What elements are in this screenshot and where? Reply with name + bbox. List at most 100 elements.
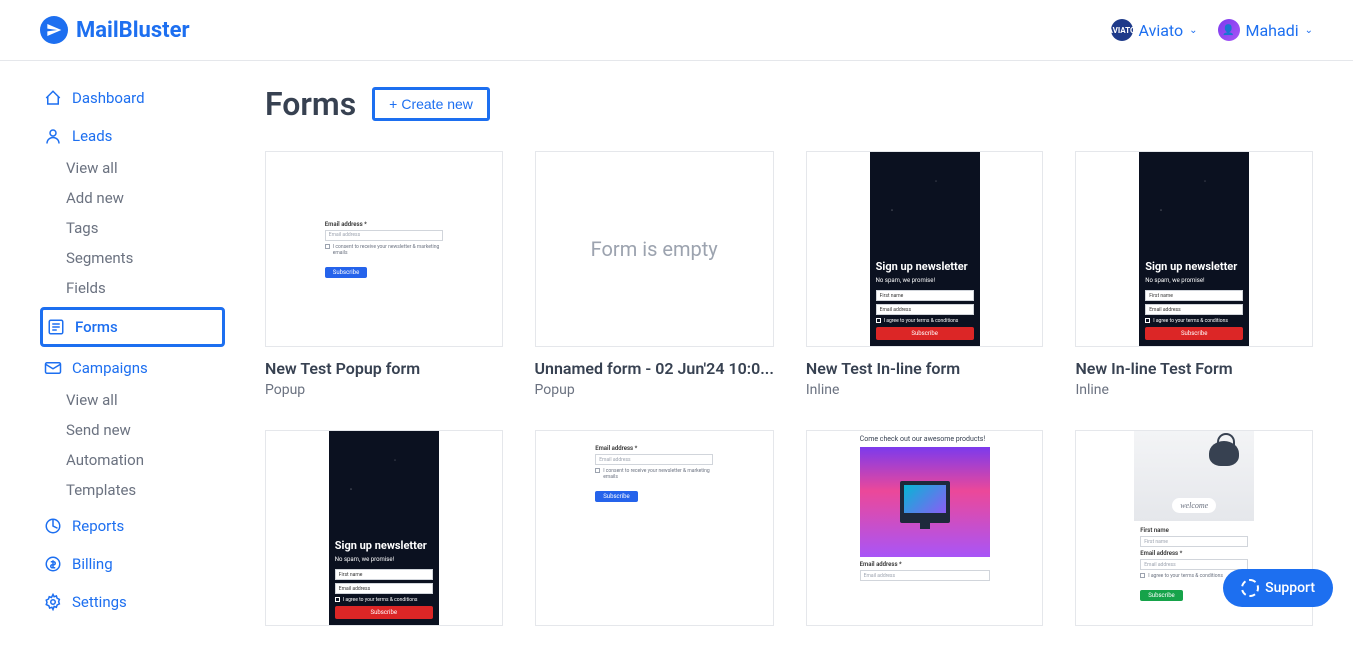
sidebar-item-settings[interactable]: Settings [40,585,225,619]
sidebar-item-campaigns-sendnew[interactable]: Send new [66,415,225,445]
preview-terms: I agree to your terms & conditions [884,318,959,324]
preview-input: Email address [1140,559,1248,570]
form-preview: Sign up newsletter No spam, we promise! … [806,151,1044,347]
preview-subtitle: No spam, we promise! [1145,277,1243,284]
preview-subscribe: Subscribe [1140,590,1183,601]
preview-consent: I consent to receive your newsletter & m… [603,468,713,480]
preview-title: Sign up newsletter [335,539,433,552]
form-card[interactable]: Sign up newsletter No spam, we promise! … [806,151,1044,398]
preview-input: Email address [1145,304,1243,315]
home-icon [44,89,62,107]
org-selector[interactable]: AVIATO Aviato ⌄ [1111,19,1198,41]
org-avatar: AVIATO [1111,19,1133,41]
form-preview: Email address * Email address I consent … [535,430,774,626]
form-preview: Email address * Email address I consent … [265,151,503,347]
sidebar-item-label: Leads [72,127,112,145]
preview-input: Email address [876,304,974,315]
form-preview: Sign up newsletter No spam, we promise! … [1075,151,1313,347]
sidebar-item-campaigns-viewall[interactable]: View all [66,385,225,415]
create-button-label: Create new [401,96,473,112]
dollar-icon [44,555,62,573]
sidebar-item-campaigns[interactable]: Campaigns [40,351,225,385]
brand-name: MailBluster [76,18,190,43]
page-header: Forms + Create new [265,85,1313,123]
sidebar-item-label: Dashboard [72,89,145,107]
sidebar-item-label: Reports [72,517,124,535]
sidebar-item-leads[interactable]: Leads [40,119,225,153]
preview-subscribe: Subscribe [595,491,638,502]
form-preview: Form is empty [535,151,774,347]
preview-input: First name [1145,290,1243,301]
chevron-down-icon: ⌄ [1189,25,1197,36]
preview-title: Sign up newsletter [1145,260,1243,273]
sidebar-item-billing[interactable]: Billing [40,547,225,581]
preview-input: First name [876,290,974,301]
preview-input: Email address [335,583,433,594]
header: MailBluster AVIATO Aviato ⌄ 👤 Mahadi ⌄ [0,0,1353,61]
sidebar-item-label: Campaigns [72,359,148,377]
preview-subscribe: Subscribe [325,267,368,278]
preview-terms: I agree to your terms & conditions [1153,318,1228,324]
forms-grid: Email address * Email address I consent … [265,151,1313,626]
preview-subtitle: No spam, we promise! [876,277,974,284]
preview-headline: Come check out our awesome products! [860,431,990,447]
form-card[interactable]: Email address * Email address I consent … [265,151,503,398]
form-type: Popup [265,382,503,398]
support-icon [1241,579,1259,597]
form-card[interactable]: Sign up newsletter No spam, we promise! … [265,430,503,626]
preview-subscribe: Subscribe [1145,327,1243,340]
form-type: Popup [535,382,774,398]
form-card[interactable]: Sign up newsletter No spam, we promise! … [1075,151,1313,398]
sidebar-item-dashboard[interactable]: Dashboard [40,81,225,115]
sidebar-item-label: Forms [75,318,118,336]
envelope-icon [44,359,62,377]
user-selector[interactable]: 👤 Mahadi ⌄ [1218,19,1314,41]
user-icon [44,127,62,145]
page-title: Forms [265,85,356,123]
preview-label: Email address * [1140,550,1248,557]
sidebar-item-leads-addnew[interactable]: Add new [66,183,225,213]
preview-label: First name [1140,527,1248,534]
form-card[interactable]: Form is empty Unnamed form - 02 Jun'24 1… [535,151,774,398]
main-content: Forms + Create new Email address * Email… [225,61,1353,650]
form-card[interactable]: Email address * Email address I consent … [535,430,774,626]
plus-icon: + [389,96,397,112]
sidebar-item-leads-fields[interactable]: Fields [66,273,225,303]
form-card[interactable]: Come check out our awesome products! Ema… [806,430,1044,626]
sidebar: Dashboard Leads View all Add new Tags Se… [0,61,225,650]
chevron-down-icon: ⌄ [1305,25,1313,36]
form-preview: Come check out our awesome products! Ema… [806,430,1044,626]
sidebar-item-forms[interactable]: Forms [40,307,225,347]
preview-subscribe: Subscribe [876,327,974,340]
form-type: Inline [806,382,1044,398]
sidebar-item-campaigns-templates[interactable]: Templates [66,475,225,505]
preview-terms: I agree to your terms & conditions [343,597,418,603]
preview-label: Email address * [325,221,443,228]
sidebar-item-leads-tags[interactable]: Tags [66,213,225,243]
sidebar-item-leads-viewall[interactable]: View all [66,153,225,183]
preview-input: First name [335,569,433,580]
empty-state-text: Form is empty [591,237,718,261]
create-new-button[interactable]: + Create new [372,87,490,121]
support-label: Support [1265,580,1315,596]
preview-subtitle: No spam, we promise! [335,556,433,563]
chart-icon [44,517,62,535]
user-name: Mahadi [1246,21,1299,40]
sidebar-item-campaigns-automation[interactable]: Automation [66,445,225,475]
welcome-badge: welcome [1172,498,1216,513]
form-title: New Test Popup form [265,359,503,378]
sidebar-item-label: Settings [72,593,127,611]
sidebar-item-leads-segments[interactable]: Segments [66,243,225,273]
preview-terms: I agree to your terms & conditions [1148,573,1223,579]
form-title: Unnamed form - 02 Jun'24 10:0... [535,359,774,378]
logo[interactable]: MailBluster [40,16,190,44]
support-button[interactable]: Support [1223,569,1333,607]
form-title: New In-line Test Form [1075,359,1313,378]
preview-consent: I consent to receive your newsletter & m… [333,244,443,256]
preview-label: Email address * [860,561,990,568]
sidebar-item-reports[interactable]: Reports [40,509,225,543]
user-avatar: 👤 [1218,19,1240,41]
preview-input: Email address [595,454,713,465]
org-name: Aviato [1139,21,1184,40]
preview-input: Email address [325,230,443,241]
